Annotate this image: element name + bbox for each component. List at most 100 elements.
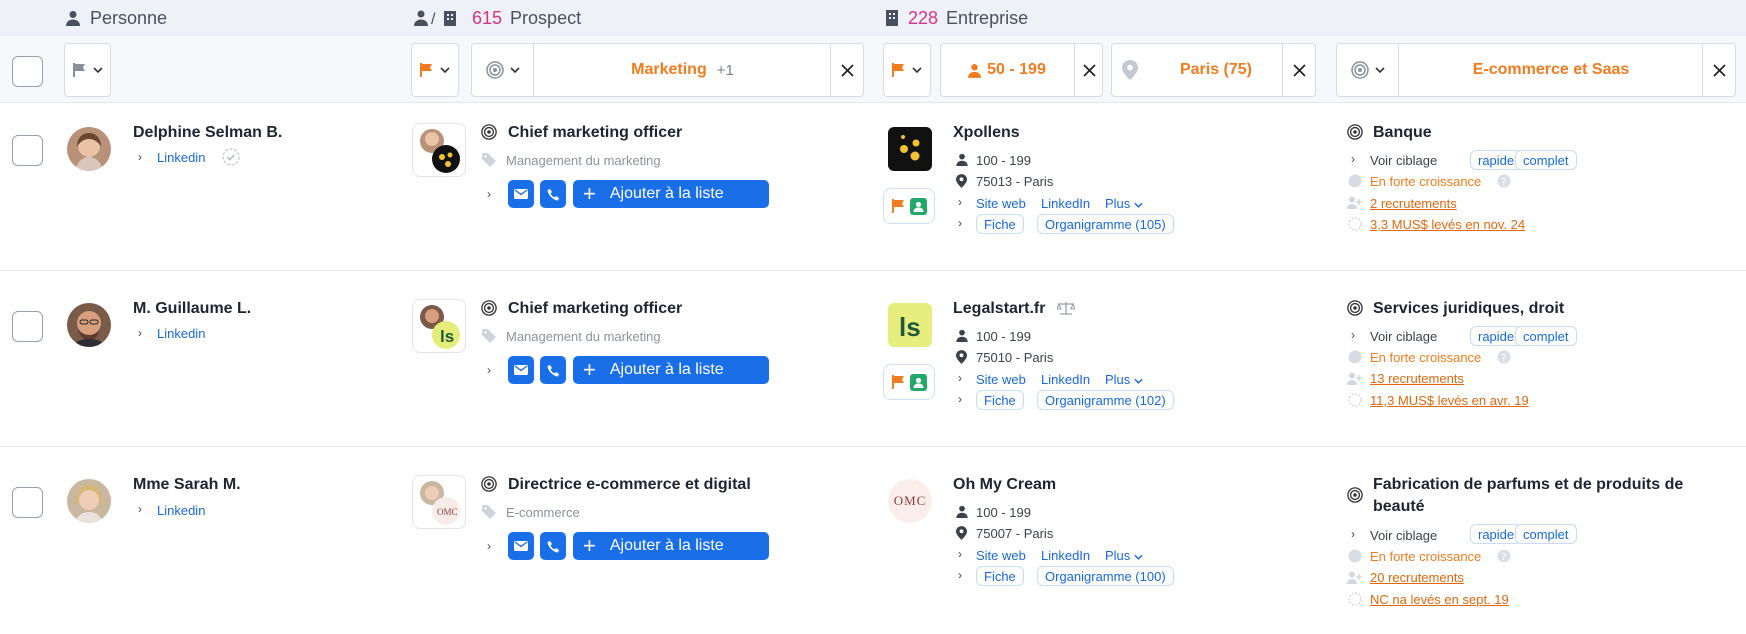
person-linkedin-link[interactable]: Linkedin — [157, 326, 205, 341]
chevron-right-icon[interactable]: › — [958, 392, 962, 406]
function-filter-label: Marketing — [631, 61, 707, 78]
company-sector-line1: Fabrication de parfums et de produits de — [1373, 476, 1684, 493]
row-checkbox[interactable] — [12, 311, 43, 342]
employees-icon — [956, 329, 968, 347]
company-more-dropdown[interactable]: Plus — [1105, 196, 1143, 211]
prospect-title[interactable]: Directrice e-commerce et digital — [508, 476, 751, 494]
person-flag-filter[interactable] — [64, 43, 111, 97]
company-fiche-tag[interactable]: Fiche — [976, 566, 1024, 586]
add-to-list-button[interactable]: + Ajouter à la liste — [573, 532, 769, 560]
company-status-badges[interactable] — [883, 188, 935, 224]
tag-icon — [482, 329, 496, 348]
sector-type-dropdown[interactable] — [1337, 44, 1399, 96]
recruitments-link[interactable]: 20 recrutements — [1370, 570, 1464, 585]
target-type-dropdown[interactable] — [472, 44, 534, 96]
company-status-badges[interactable] — [883, 364, 935, 400]
call-button[interactable] — [540, 356, 566, 384]
company-linkedin-link[interactable]: LinkedIn — [1041, 196, 1090, 211]
ciblage-complet-tag[interactable]: complet — [1515, 326, 1577, 346]
company-name[interactable]: Oh My Cream — [953, 476, 1056, 494]
funding-link[interactable]: 3,3 MUS$ levés en nov. 24 — [1370, 217, 1525, 232]
company-fiche-tag[interactable]: Fiche — [976, 390, 1024, 410]
add-to-list-button[interactable]: + Ajouter à la liste — [573, 356, 769, 384]
growth-icon — [1348, 549, 1362, 568]
company-more-dropdown[interactable]: Plus — [1105, 372, 1143, 387]
person-linkedin-link[interactable]: Linkedin — [157, 150, 205, 165]
chevron-right-icon[interactable]: › — [138, 150, 142, 164]
recruitments-link[interactable]: 13 recrutements — [1370, 371, 1464, 386]
company-website-link[interactable]: Site web — [976, 196, 1026, 211]
call-button[interactable] — [540, 180, 566, 208]
chevron-right-icon[interactable]: › — [958, 216, 962, 230]
company-linkedin-link[interactable]: LinkedIn — [1041, 372, 1090, 387]
sector-filter-clear[interactable] — [1702, 43, 1736, 97]
company-organigram-tag[interactable]: Organigramme (102) — [1037, 390, 1174, 410]
close-icon — [1082, 63, 1096, 77]
recruitments-link[interactable]: 2 recrutements — [1370, 196, 1457, 211]
chevron-right-icon[interactable]: › — [958, 195, 962, 209]
company-sector[interactable]: Services juridiques, droit — [1373, 298, 1564, 320]
person-name[interactable]: Delphine Selman B. — [133, 124, 282, 142]
person-name[interactable]: Mme Sarah M. — [133, 476, 241, 494]
chevron-right-icon[interactable]: › — [138, 502, 142, 516]
verified-check-icon — [222, 148, 240, 171]
person-icon — [66, 11, 80, 26]
chevron-right-icon[interactable]: › — [138, 326, 142, 340]
location-pin-icon — [1122, 60, 1138, 85]
call-button[interactable] — [540, 532, 566, 560]
location-filter-clear[interactable] — [1282, 43, 1316, 97]
row-checkbox[interactable] — [12, 487, 43, 518]
funding-icon — [1348, 592, 1362, 611]
chevron-right-icon[interactable]: › — [958, 568, 962, 582]
size-filter-clear[interactable] — [1074, 43, 1103, 97]
chevron-right-icon[interactable]: › — [487, 363, 491, 377]
function-filter-value[interactable]: Marketing +1 — [535, 43, 830, 97]
company-linkedin-link[interactable]: LinkedIn — [1041, 548, 1090, 563]
voir-ciblage-label[interactable]: Voir ciblage — [1370, 528, 1437, 543]
voir-ciblage-label[interactable]: Voir ciblage — [1370, 153, 1437, 168]
chevron-right-icon[interactable]: › — [958, 371, 962, 385]
chevron-right-icon[interactable]: › — [1351, 527, 1355, 541]
function-filter-clear[interactable] — [830, 43, 864, 97]
company-name[interactable]: Xpollens — [953, 124, 1020, 142]
ciblage-complet-tag[interactable]: complet — [1515, 524, 1577, 544]
company-sector[interactable]: Fabrication de parfums et de produits de… — [1373, 474, 1683, 518]
sector-filter-value[interactable]: E-commerce et Saas — [1400, 43, 1702, 97]
chevron-right-icon[interactable]: › — [487, 187, 491, 201]
funding-link[interactable]: 11,3 MUS$ levés en avr. 19 — [1370, 393, 1529, 408]
company-website-link[interactable]: Site web — [976, 372, 1026, 387]
column-header-bar: Personne / 615 Prospect 228 Entreprise — [0, 0, 1746, 36]
email-button[interactable] — [508, 356, 534, 384]
company-website-link[interactable]: Site web — [976, 548, 1026, 563]
add-to-list-button[interactable]: + Ajouter à la liste — [573, 180, 769, 208]
help-icon: ? — [1497, 549, 1511, 568]
company-name[interactable]: Legalstart.fr — [953, 300, 1045, 318]
mail-icon — [514, 541, 528, 551]
company-flag-filter[interactable] — [883, 43, 931, 97]
chevron-right-icon[interactable]: › — [487, 539, 491, 553]
prospect-flag-filter[interactable] — [411, 43, 459, 97]
company-organigram-tag[interactable]: Organigramme (105) — [1037, 214, 1174, 234]
person-name[interactable]: M. Guillaume L. — [133, 300, 251, 318]
company-more-dropdown[interactable]: Plus — [1105, 548, 1143, 563]
company-sector[interactable]: Banque — [1373, 122, 1432, 144]
select-all-checkbox[interactable] — [12, 56, 43, 87]
row-checkbox[interactable] — [12, 135, 43, 166]
email-button[interactable] — [508, 180, 534, 208]
chevron-right-icon[interactable]: › — [1351, 328, 1355, 342]
prospect-title[interactable]: Chief marketing officer — [508, 300, 682, 318]
location-filter-value[interactable]: Paris (75) — [1150, 43, 1282, 97]
funding-link[interactable]: NC na levés en sept. 19 — [1370, 592, 1509, 607]
company-organigram-tag[interactable]: Organigramme (100) — [1037, 566, 1174, 586]
company-fiche-tag[interactable]: Fiche — [976, 214, 1024, 234]
close-icon — [1713, 63, 1726, 77]
person-linkedin-link[interactable]: Linkedin — [157, 503, 205, 518]
voir-ciblage-label[interactable]: Voir ciblage — [1370, 329, 1437, 344]
size-filter-value[interactable]: 50 - 199 — [940, 43, 1074, 97]
ciblage-complet-tag[interactable]: complet — [1515, 150, 1577, 170]
target-icon — [481, 476, 497, 497]
chevron-right-icon[interactable]: › — [958, 547, 962, 561]
prospect-title[interactable]: Chief marketing officer — [508, 124, 682, 142]
email-button[interactable] — [508, 532, 534, 560]
chevron-right-icon[interactable]: › — [1351, 152, 1355, 166]
